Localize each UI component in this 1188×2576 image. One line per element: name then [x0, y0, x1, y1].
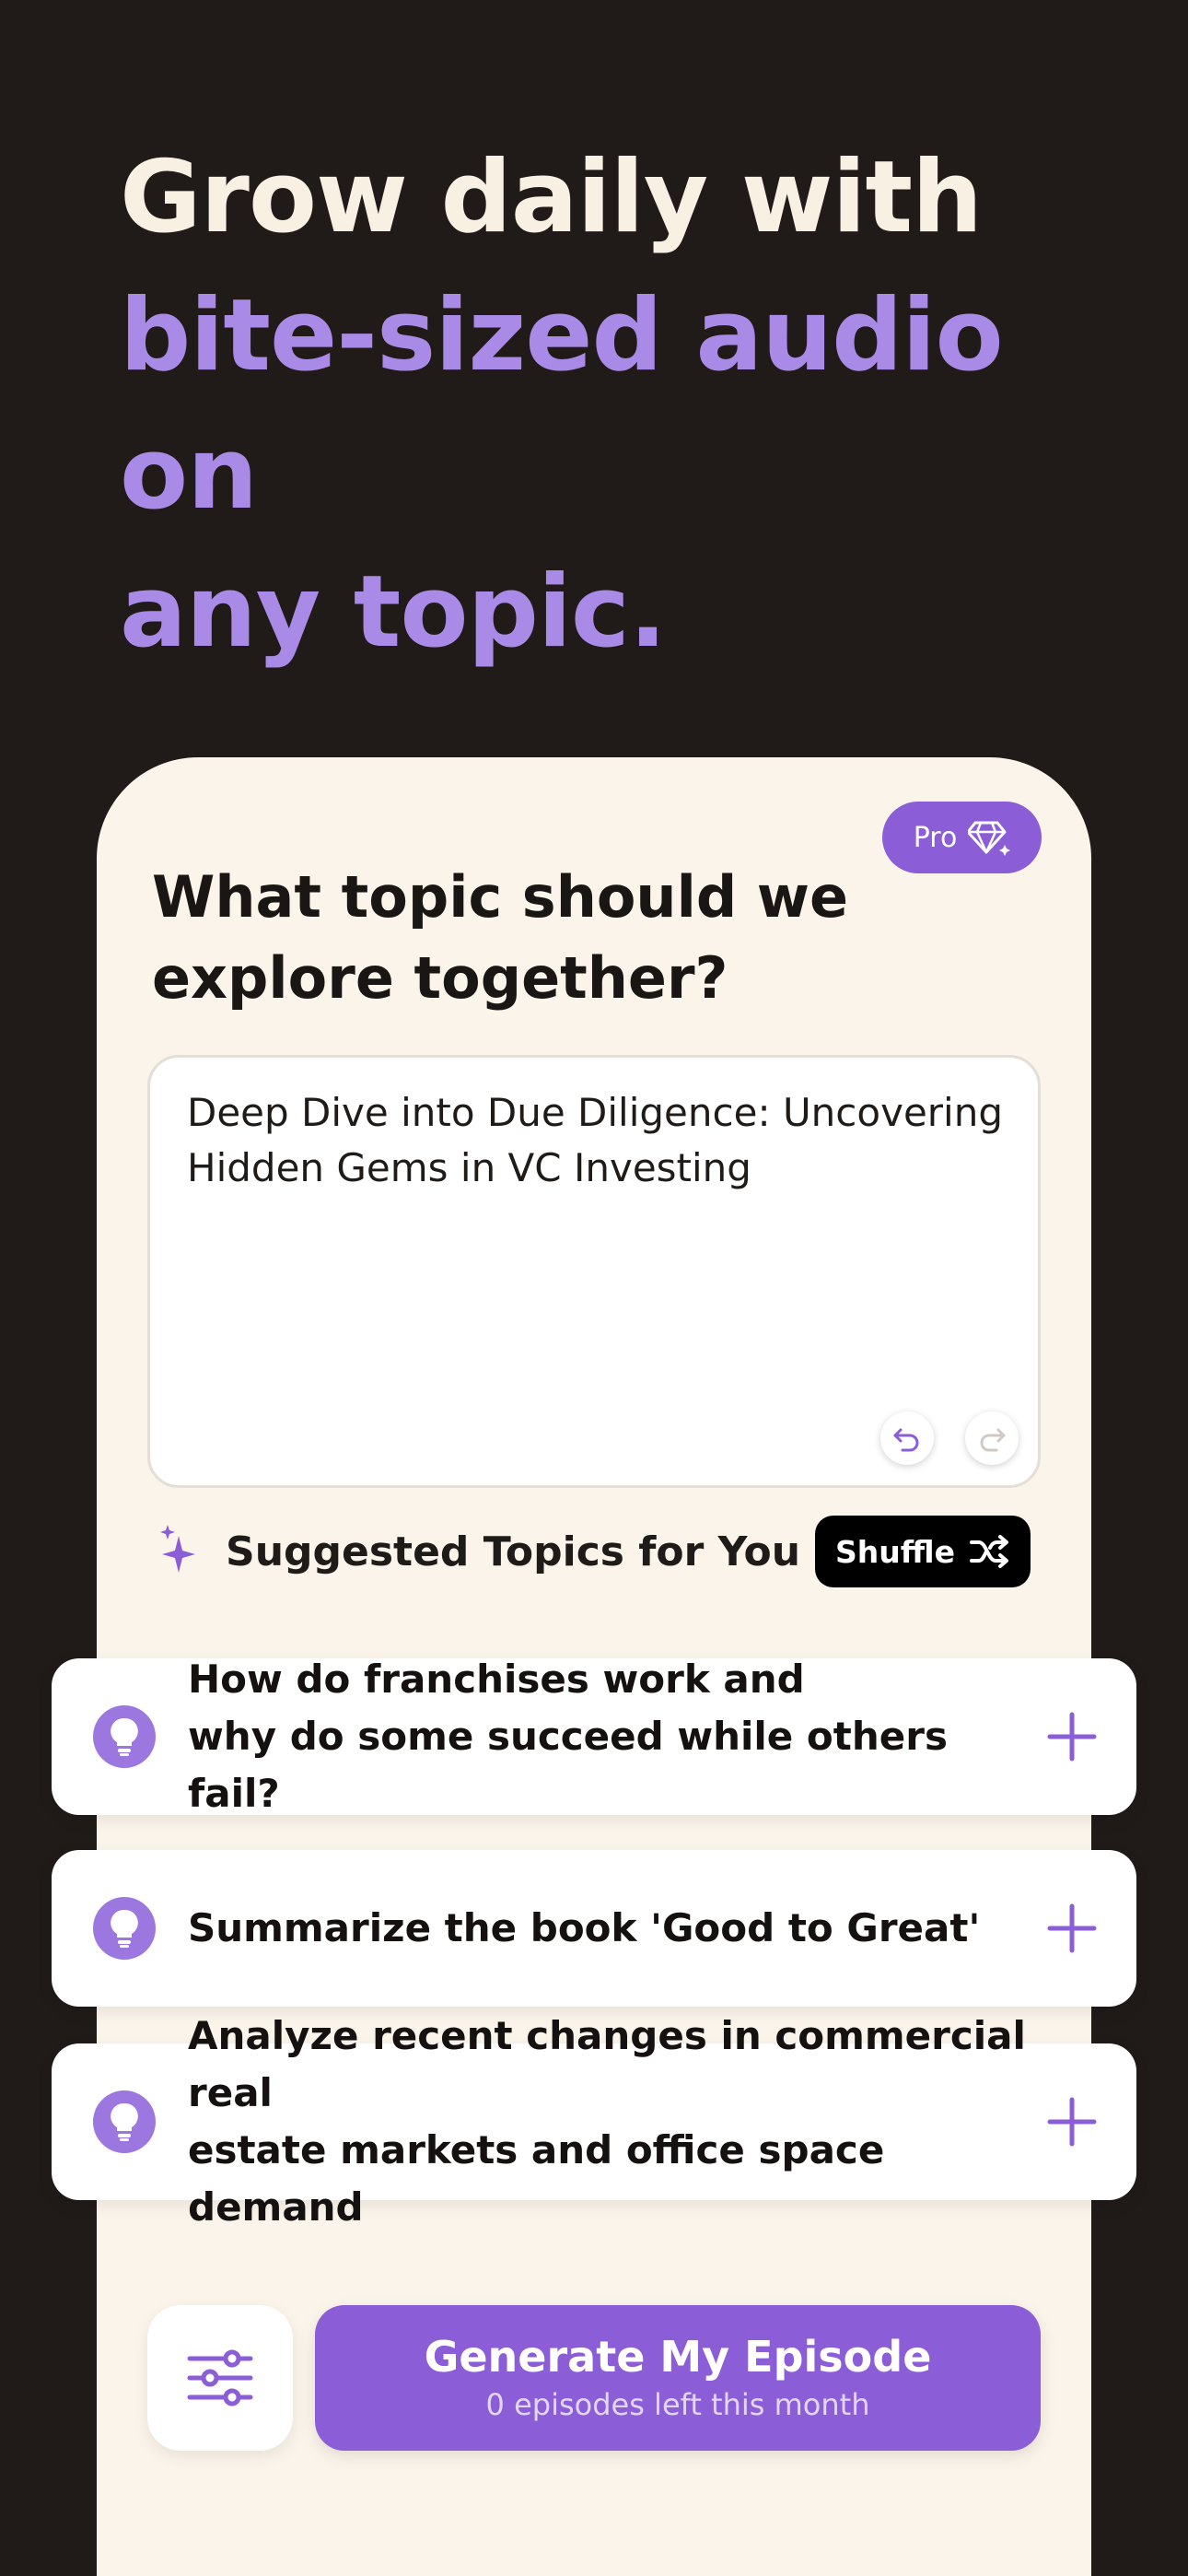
hero-line-3: any topic.: [120, 555, 667, 670]
lightbulb-icon: [93, 1705, 156, 1768]
redo-icon: [980, 1428, 1006, 1452]
suggested-topic-text: Analyze recent changes in commercial rea…: [188, 2008, 1044, 2236]
question-line-2: explore together?: [152, 944, 728, 1012]
topic-input-value[interactable]: Deep Dive into Due Diligence: Uncovering…: [187, 1085, 1007, 1196]
lightbulb-icon: [93, 2090, 156, 2153]
shuffle-button[interactable]: Shuffle: [815, 1516, 1031, 1587]
shuffle-icon: [969, 1535, 1008, 1568]
app-screen: Grow daily with bite-sized audio on any …: [0, 0, 1188, 2576]
undo-button[interactable]: [880, 1411, 934, 1465]
shuffle-label: Shuffle: [835, 1533, 955, 1570]
sparkle-icon: [160, 1525, 195, 1573]
hero-line-2: bite-sized audio on: [120, 278, 1004, 532]
question-line-1: What topic should we: [152, 863, 849, 931]
sliders-icon: [187, 2349, 253, 2406]
hero-headline: Grow daily with bite-sized audio on any …: [120, 129, 1133, 682]
question-heading: What topic should we explore together?: [152, 857, 852, 1019]
plus-icon[interactable]: [1044, 2094, 1100, 2149]
suggested-topics-title: Suggested Topics for You: [226, 1528, 801, 1575]
pro-badge-label: Pro: [913, 821, 958, 854]
redo-button[interactable]: [965, 1411, 1019, 1465]
hero-line-1: Grow daily with: [120, 140, 983, 255]
settings-button[interactable]: [147, 2305, 293, 2451]
suggested-topic-line-1: Analyze recent changes in commercial rea…: [188, 2013, 1026, 2115]
pro-badge[interactable]: Pro: [882, 802, 1042, 873]
suggested-topic-item[interactable]: Summarize the book 'Good to Great': [52, 1850, 1136, 2007]
episodes-left-label: 0 episodes left this month: [485, 2387, 870, 2422]
plus-icon[interactable]: [1044, 1709, 1100, 1764]
suggested-topic-text: Summarize the book 'Good to Great': [188, 1900, 1044, 1957]
suggested-topic-item[interactable]: How do franchises work and why do some s…: [52, 1657, 1136, 1816]
plus-icon[interactable]: [1044, 1901, 1100, 1956]
generate-button-label: Generate My Episode: [424, 2332, 932, 2382]
suggested-topic-line-2: why do some succeed while others fail?: [188, 1714, 948, 1816]
suggested-topic-line-2: estate markets and office space demand: [188, 2127, 885, 2230]
suggested-topic-line-1: Summarize the book 'Good to Great': [188, 1905, 981, 1950]
topic-input[interactable]: Deep Dive into Due Diligence: Uncovering…: [147, 1055, 1041, 1488]
suggested-topic-text: How do franchises work and why do some s…: [188, 1651, 1044, 1822]
suggested-topic-line-1: How do franchises work and: [188, 1657, 805, 1702]
undo-icon: [893, 1428, 919, 1452]
lightbulb-icon: [93, 1897, 156, 1960]
diamond-sparkle-icon: [968, 821, 1011, 856]
generate-episode-button[interactable]: Generate My Episode 0 episodes left this…: [315, 2305, 1041, 2451]
suggested-topics-header: Suggested Topics for You Shuffle: [157, 1516, 1041, 1589]
suggested-topic-item[interactable]: Analyze recent changes in commercial rea…: [52, 2013, 1136, 2230]
